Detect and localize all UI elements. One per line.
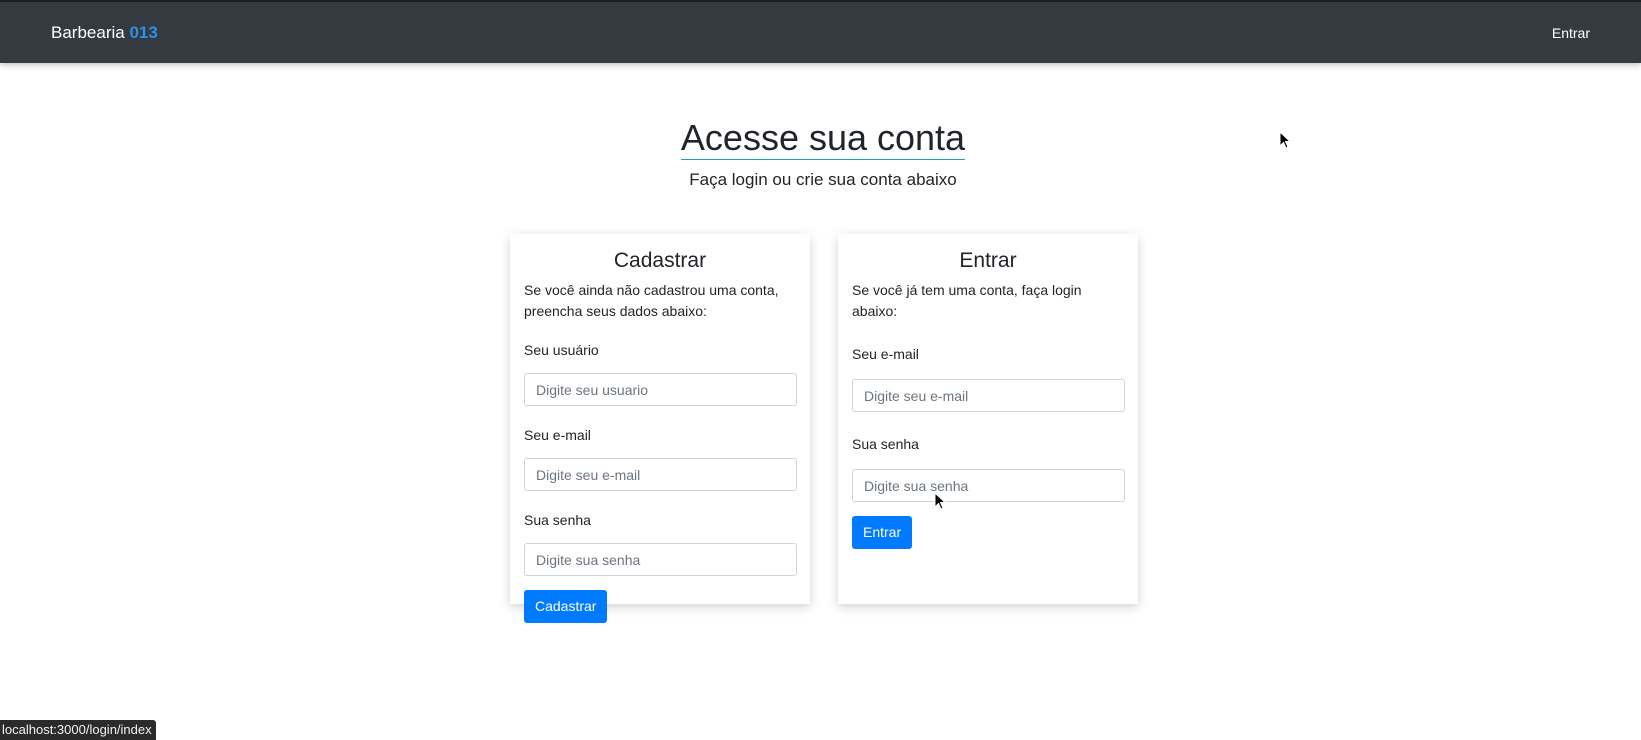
login-password-label: Sua senha — [852, 436, 919, 452]
register-submit-button[interactable]: Cadastrar — [524, 590, 608, 623]
login-password-input[interactable] — [852, 469, 1125, 502]
register-username-input[interactable] — [524, 373, 797, 406]
login-card: Entrar Se você já tem uma conta, faça lo… — [838, 234, 1138, 604]
register-email-input[interactable] — [524, 458, 797, 491]
register-title: Cadastrar — [613, 249, 707, 272]
register-username-label: Seu usuário — [524, 342, 599, 358]
login-submit-button[interactable]: Entrar — [852, 516, 913, 549]
register-password-label: Sua senha — [524, 512, 591, 528]
page-title-wrapper: Acesse sua conta — [0, 117, 1641, 160]
page-title: Acesse sua conta — [680, 117, 966, 160]
brand-text: Barbearia — [51, 23, 125, 42]
register-card: Cadastrar Se você ainda não cadastrou um… — [510, 234, 810, 623]
register-description: Se você ainda não cadastrou uma conta, p… — [524, 282, 779, 319]
login-title: Entrar — [959, 249, 1017, 272]
login-email-label: Seu e-mail — [852, 346, 919, 362]
nav-login-link[interactable]: Entrar — [1552, 24, 1590, 42]
register-email-label: Seu e-mail — [524, 427, 591, 443]
page-subtitle: Faça login ou crie sua conta abaixo — [689, 170, 957, 189]
login-email-input[interactable] — [852, 379, 1125, 412]
navbar: Barbearia 013 Entrar — [0, 0, 1641, 63]
browser-status-url: localhost:3000/login/index — [0, 720, 156, 740]
brand-logo[interactable]: Barbearia 013 — [51, 22, 158, 44]
register-password-input[interactable] — [524, 543, 797, 576]
login-description: Se você já tem uma conta, faça login aba… — [852, 282, 1082, 319]
brand-accent: 013 — [129, 23, 158, 42]
